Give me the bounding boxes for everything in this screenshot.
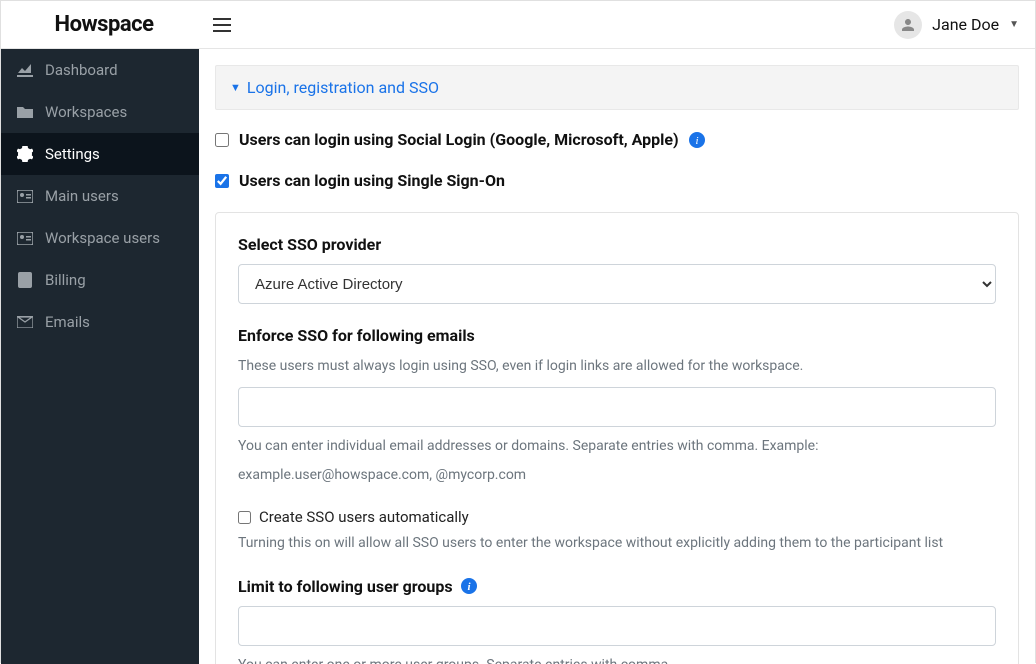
limit-groups-help: You can enter one or more user groups. S… <box>238 654 996 664</box>
info-icon[interactable]: i <box>461 578 477 594</box>
caret-down-icon: ▼ <box>230 81 241 94</box>
sso-provider-select[interactable]: Azure Active Directory <box>238 264 996 304</box>
panel-header[interactable]: ▼ Login, registration and SSO <box>215 65 1019 110</box>
limit-groups-label-text: Limit to following user groups <box>238 577 453 596</box>
info-icon[interactable]: i <box>689 132 705 148</box>
sidebar-item-label: Main users <box>45 187 119 205</box>
sidebar-item-label: Settings <box>45 145 100 163</box>
sso-login-row: Users can login using Single Sign-On <box>215 171 1019 190</box>
avatar <box>894 11 922 39</box>
user-menu[interactable]: Jane Doe ▼ <box>894 11 1019 39</box>
enforce-sso-input[interactable] <box>238 387 996 427</box>
sso-provider-label: Select SSO provider <box>238 235 996 254</box>
sidebar-item-label: Billing <box>45 271 86 289</box>
enforce-emails-help-2: example.user@howspace.com, @mycorp.com <box>238 464 996 486</box>
hamburger-icon[interactable] <box>205 13 239 37</box>
user-card-icon <box>17 190 33 203</box>
sso-login-label[interactable]: Users can login using Single Sign-On <box>239 171 505 190</box>
sidebar-item-label: Workspaces <box>45 103 127 121</box>
sidebar-item-settings[interactable]: Settings <box>1 133 199 175</box>
sidebar-item-workspace-users[interactable]: Workspace users <box>1 217 199 259</box>
gear-icon <box>17 146 33 162</box>
enforce-sso-desc: These users must always login using SSO,… <box>238 355 996 377</box>
sidebar-item-billing[interactable]: Billing <box>1 259 199 301</box>
main-content: ▼ Login, registration and SSO Users can … <box>199 49 1035 664</box>
limit-groups-label: Limit to following user groups i <box>238 577 996 596</box>
svg-text:i: i <box>695 135 698 147</box>
panel-title: Login, registration and SSO <box>247 78 439 97</box>
book-icon <box>17 272 33 288</box>
social-login-label[interactable]: Users can login using Social Login (Goog… <box>239 130 679 149</box>
logo-wrap: Howspace <box>9 12 199 37</box>
caret-down-icon: ▼ <box>1009 19 1019 30</box>
sidebar-item-label: Emails <box>45 313 90 331</box>
username: Jane Doe <box>932 15 999 34</box>
sidebar-item-label: Workspace users <box>45 229 160 247</box>
limit-groups-group: Limit to following user groups i You can… <box>238 577 996 664</box>
chart-area-icon <box>17 63 33 77</box>
panel-body: Users can login using Social Login (Goog… <box>215 110 1019 664</box>
sso-provider-group: Select SSO provider Azure Active Directo… <box>238 235 996 304</box>
user-card-icon <box>17 232 33 245</box>
mail-icon <box>17 316 33 328</box>
create-auto-group: Create SSO users automatically Turning t… <box>238 508 996 554</box>
sidebar: Dashboard Workspaces Settings Main users… <box>1 49 199 664</box>
sidebar-item-dashboard[interactable]: Dashboard <box>1 49 199 91</box>
sidebar-item-emails[interactable]: Emails <box>1 301 199 343</box>
create-sso-auto-desc: Turning this on will allow all SSO users… <box>238 532 996 554</box>
create-sso-auto-checkbox[interactable] <box>238 511 251 524</box>
enforce-sso-label: Enforce SSO for following emails <box>238 326 996 345</box>
logo: Howspace <box>55 12 154 37</box>
sso-config-box: Select SSO provider Azure Active Directo… <box>215 212 1019 664</box>
create-sso-auto-label[interactable]: Create SSO users automatically <box>259 508 469 526</box>
sidebar-item-label: Dashboard <box>45 61 118 79</box>
sso-login-checkbox[interactable] <box>215 174 229 188</box>
enforce-sso-group: Enforce SSO for following emails These u… <box>238 326 996 486</box>
social-login-checkbox[interactable] <box>215 133 229 147</box>
sidebar-item-main-users[interactable]: Main users <box>1 175 199 217</box>
social-login-row: Users can login using Social Login (Goog… <box>215 130 1019 149</box>
topbar: Howspace Jane Doe ▼ <box>1 1 1035 49</box>
limit-groups-input[interactable] <box>238 606 996 646</box>
sidebar-item-workspaces[interactable]: Workspaces <box>1 91 199 133</box>
enforce-emails-help-1: You can enter individual email addresses… <box>238 435 996 457</box>
folder-icon <box>17 105 33 119</box>
